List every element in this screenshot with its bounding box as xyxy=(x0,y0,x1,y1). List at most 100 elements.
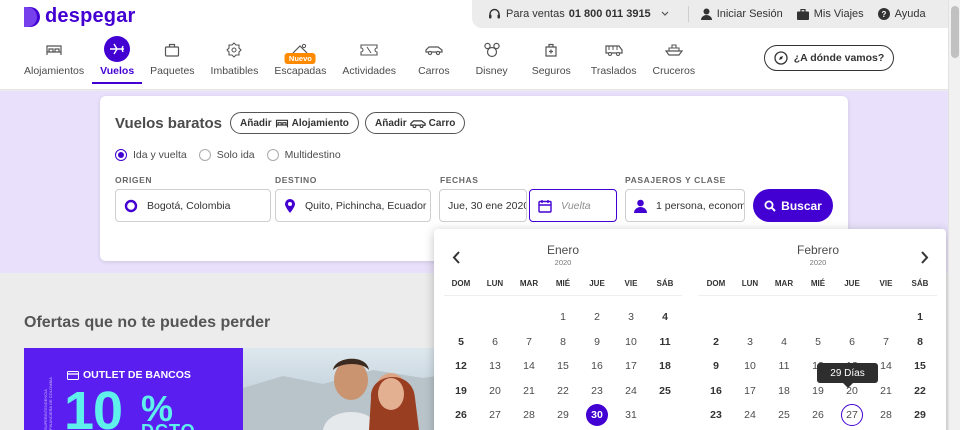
search-button[interactable]: Buscar xyxy=(753,189,833,222)
calendar-day[interactable]: 14 xyxy=(512,355,546,377)
login-link[interactable]: Iniciar Sesión xyxy=(700,8,783,20)
car-icon xyxy=(425,46,443,56)
calendar-day[interactable]: 19 xyxy=(801,380,835,402)
svg-text:?: ? xyxy=(881,10,886,19)
help-link[interactable]: ? Ayuda xyxy=(877,8,926,20)
calendar-day[interactable]: 7 xyxy=(512,331,546,353)
calendar-day[interactable]: 13 xyxy=(478,355,512,377)
couple-photo[interactable] xyxy=(243,348,463,430)
passengers-input[interactable]: 1 persona, economy xyxy=(625,189,745,222)
calendar-week-row: 26 27 28 29 30 31 xyxy=(444,403,682,428)
destination-input[interactable]: Quito, Pichincha, Ecuador xyxy=(275,189,431,222)
depart-date-input[interactable]: Jue, 30 ene 2020 xyxy=(439,189,527,222)
trip-type-multi[interactable]: Multidestino xyxy=(266,149,341,161)
calendar-day[interactable]: 22 xyxy=(546,380,580,402)
calendar-day[interactable]: 10 xyxy=(733,355,767,377)
calendar-day[interactable]: 29 xyxy=(546,404,580,426)
nav-item-traslados[interactable]: Traslados xyxy=(583,38,645,84)
add-car-button[interactable]: Añadir Carro xyxy=(365,112,466,134)
calendar-day[interactable]: 6 xyxy=(835,331,869,353)
bank-outlet-banner[interactable]: SUPERINTENDENCIA FINANCIERA DE COLOMBIA … xyxy=(24,348,243,430)
calendar-day[interactable]: 4 xyxy=(767,331,801,353)
calendar-day[interactable]: 17 xyxy=(614,355,648,377)
calendar-day[interactable]: 17 xyxy=(733,380,767,402)
calendar-day[interactable]: 27 xyxy=(478,404,512,426)
calendar-day[interactable]: 23 xyxy=(699,404,733,426)
calendar-day[interactable]: 16 xyxy=(580,355,614,377)
trip-type-round-trip[interactable]: Ida y vuelta xyxy=(115,149,187,161)
calendar-day[interactable]: 10 xyxy=(614,331,648,353)
calendar-day[interactable]: 6 xyxy=(478,331,512,353)
scrollbar-thumb[interactable] xyxy=(951,6,959,58)
calendar-day[interactable]: 27 xyxy=(835,404,869,427)
calendar-day[interactable]: 31 xyxy=(614,404,648,426)
user-icon xyxy=(700,8,712,20)
sales-phone[interactable]: Para ventas 01 800 011 3915 xyxy=(488,8,674,20)
calendar-day[interactable]: 16 xyxy=(699,380,733,402)
calendar-day[interactable]: 5 xyxy=(444,331,478,353)
calendar-day[interactable]: 5 xyxy=(801,331,835,353)
calendar-day[interactable]: 1 xyxy=(546,306,580,328)
calendar-day[interactable]: 28 xyxy=(512,404,546,426)
calendar-week-row: 19 20 21 22 23 24 25 xyxy=(444,379,682,404)
calendar-day[interactable]: 25 xyxy=(767,404,801,426)
nav-item-disney[interactable]: Disney xyxy=(464,38,520,84)
calendar-day[interactable]: 12 xyxy=(444,355,478,377)
nav-item-actividades[interactable]: Actividades xyxy=(334,38,404,84)
return-date-input[interactable]: Vuelta xyxy=(529,189,617,222)
calendar-day[interactable]: 24 xyxy=(614,380,648,402)
calendar-day[interactable]: 2 xyxy=(699,331,733,353)
nav-item-imbatibles[interactable]: Imbatibles xyxy=(203,38,267,84)
origin-input[interactable]: Bogotá, Colombia xyxy=(115,189,271,222)
calendar-empty-cell xyxy=(699,306,733,328)
calendar-day[interactable]: 9 xyxy=(699,355,733,377)
nav-item-cruceros[interactable]: Cruceros xyxy=(645,38,704,84)
my-trips-link[interactable]: Mis Viajes xyxy=(796,8,864,20)
calendar-day[interactable]: 28 xyxy=(869,404,903,426)
nav-item-label: Imbatibles xyxy=(210,65,259,77)
calendar-day[interactable]: 8 xyxy=(903,331,937,353)
calendar-day[interactable]: 9 xyxy=(580,331,614,353)
calendar-day[interactable]: 30 xyxy=(580,404,614,427)
add-accommodation-button[interactable]: Añadir Alojamiento xyxy=(230,112,359,134)
nav-item-alojamientos[interactable]: Alojamientos xyxy=(24,38,92,84)
calendar-day[interactable]: 29 xyxy=(903,404,937,426)
calendar-day[interactable]: 11 xyxy=(767,355,801,377)
calendar-day[interactable]: 8 xyxy=(546,331,580,353)
where-to-go-button[interactable]: ¿A dónde vamos? xyxy=(764,45,894,71)
calendar-day[interactable]: 2 xyxy=(580,306,614,328)
nav-item-escapadas[interactable]: Nuevo Escapadas xyxy=(266,38,334,84)
calendar-day[interactable]: 11 xyxy=(648,331,682,353)
calendar-day[interactable]: 4 xyxy=(648,306,682,328)
calendar-day[interactable]: 3 xyxy=(733,331,767,353)
calendar-day[interactable]: 26 xyxy=(801,404,835,426)
calendar-day[interactable]: 24 xyxy=(733,404,767,426)
calendar-day-number: 8 xyxy=(560,335,566,348)
calendar-day[interactable]: 22 xyxy=(903,380,937,402)
calendar-day[interactable]: 15 xyxy=(903,355,937,377)
calendar-day[interactable]: 23 xyxy=(580,380,614,402)
trip-type-one-way[interactable]: Solo ida xyxy=(198,149,255,161)
calendar-day[interactable]: 3 xyxy=(614,306,648,328)
calendar-day[interactable]: 18 xyxy=(648,355,682,377)
calendar-day[interactable]: 15 xyxy=(546,355,580,377)
despegar-logo[interactable]: despegar xyxy=(24,5,136,28)
nav-item-paquetes[interactable]: Paquetes xyxy=(142,38,202,84)
calendar-day-number: 18 xyxy=(778,384,790,397)
calendar-day[interactable]: 25 xyxy=(648,380,682,402)
calendar-day[interactable]: 20 xyxy=(478,380,512,402)
calendar-day[interactable]: 7 xyxy=(869,331,903,353)
nav-item-seguros[interactable]: Seguros xyxy=(520,38,583,84)
calendar-day[interactable]: 19 xyxy=(444,380,478,402)
calendar-day[interactable]: 26 xyxy=(444,404,478,426)
calendar-day[interactable]: 21 xyxy=(869,380,903,402)
passengers-label: PASAJEROS Y CLASE xyxy=(625,175,726,185)
calendar-day-number: 6 xyxy=(849,335,855,348)
nav-item-vuelos[interactable]: Vuelos xyxy=(92,36,143,84)
calendar-day[interactable]: 21 xyxy=(512,380,546,402)
nav-item-carros[interactable]: Carros xyxy=(404,38,464,84)
page-scrollbar[interactable] xyxy=(948,0,960,430)
calendar-day[interactable]: 1 xyxy=(903,306,937,328)
calendar-empty-cell xyxy=(733,306,767,328)
calendar-day[interactable]: 18 xyxy=(767,380,801,402)
